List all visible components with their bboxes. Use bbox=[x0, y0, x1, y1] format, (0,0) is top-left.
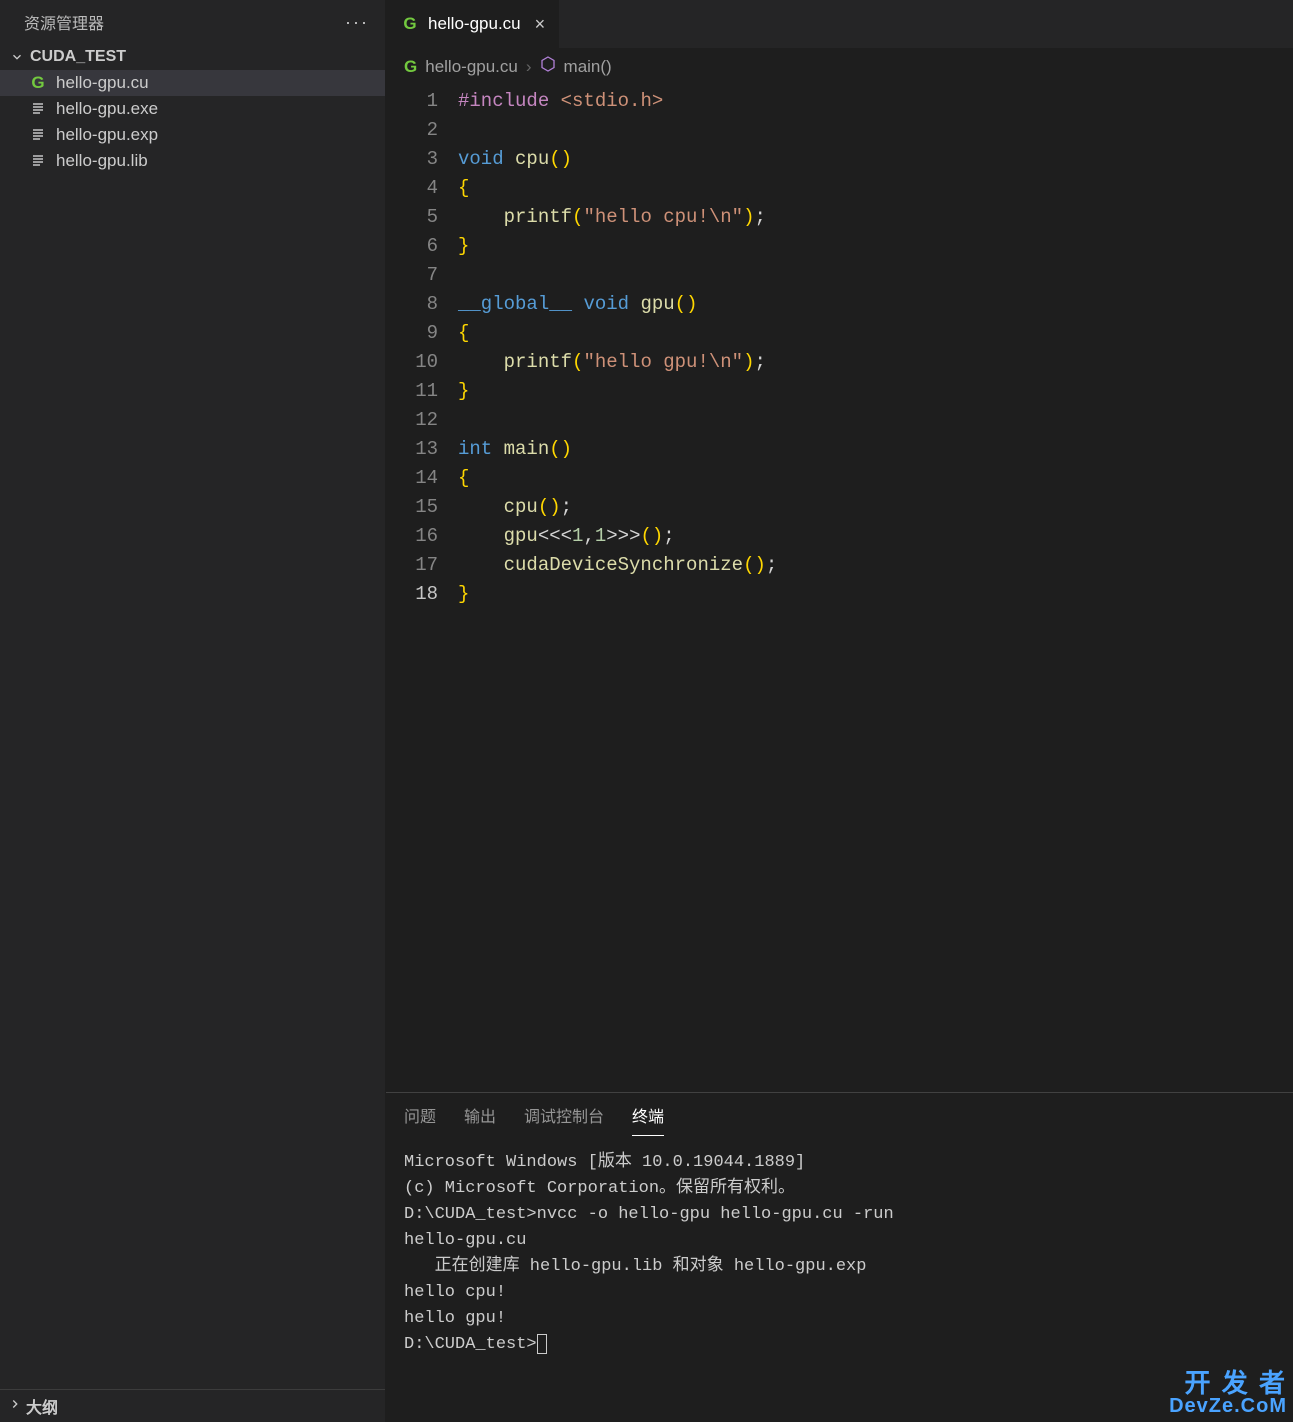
terminal-line: D:\CUDA_test>nvcc -o hello-gpu hello-gpu… bbox=[404, 1202, 1275, 1228]
file-list: Ghello-gpu.cu hello-gpu.exe hello-gpu.exp h… bbox=[0, 70, 385, 174]
explorer-title: 资源管理器 bbox=[24, 10, 104, 34]
symbol-icon bbox=[540, 56, 556, 77]
file-item[interactable]: hello-gpu.exe bbox=[0, 96, 385, 122]
code-line[interactable]: cpu(); bbox=[458, 493, 1293, 522]
file-item[interactable]: hello-gpu.lib bbox=[0, 148, 385, 174]
terminal-line: hello cpu! bbox=[404, 1280, 1275, 1306]
code-line[interactable] bbox=[458, 261, 1293, 290]
terminal-line: D:\CUDA_test> bbox=[404, 1332, 1275, 1358]
folder-name: CUDA_TEST bbox=[30, 48, 126, 66]
file-name: hello-gpu.exp bbox=[56, 125, 158, 145]
code-content[interactable]: #include <stdio.h>void cpu(){ printf("he… bbox=[458, 87, 1293, 1092]
cuda-file-icon: G bbox=[400, 14, 420, 34]
terminal-line: 正在创建库 hello-gpu.lib 和对象 hello-gpu.exp bbox=[404, 1254, 1275, 1280]
terminal-output[interactable]: Microsoft Windows [版本 10.0.19044.1889](c… bbox=[386, 1136, 1293, 1422]
file-name: hello-gpu.exe bbox=[56, 99, 158, 119]
code-line[interactable]: { bbox=[458, 464, 1293, 493]
code-line[interactable]: { bbox=[458, 319, 1293, 348]
code-line[interactable]: void cpu() bbox=[458, 145, 1293, 174]
file-icon bbox=[28, 127, 48, 143]
explorer-more-icon[interactable]: ··· bbox=[345, 12, 369, 33]
chevron-right-icon bbox=[8, 1397, 22, 1416]
panel-tab[interactable]: 问题 bbox=[404, 1103, 436, 1136]
chevron-right-icon: › bbox=[526, 57, 532, 77]
close-icon[interactable]: × bbox=[535, 14, 546, 35]
file-item[interactable]: Ghello-gpu.cu bbox=[0, 70, 385, 96]
file-name: hello-gpu.cu bbox=[56, 73, 149, 93]
panel-tab[interactable]: 输出 bbox=[464, 1103, 496, 1136]
file-item[interactable]: hello-gpu.exp bbox=[0, 122, 385, 148]
terminal-cursor bbox=[537, 1334, 547, 1354]
explorer-header: 资源管理器 ··· bbox=[0, 0, 385, 44]
code-line[interactable] bbox=[458, 116, 1293, 145]
panel-tab[interactable]: 调试控制台 bbox=[524, 1103, 604, 1136]
code-line[interactable]: { bbox=[458, 174, 1293, 203]
cuda-file-icon: G bbox=[404, 57, 417, 77]
explorer-sidebar: 资源管理器 ··· CUDA_TEST Ghello-gpu.cuhello-g… bbox=[0, 0, 386, 1422]
code-line[interactable]: } bbox=[458, 377, 1293, 406]
code-line[interactable] bbox=[458, 406, 1293, 435]
folder-root[interactable]: CUDA_TEST bbox=[0, 44, 385, 70]
terminal-line: hello gpu! bbox=[404, 1306, 1275, 1332]
terminal-line: hello-gpu.cu bbox=[404, 1228, 1275, 1254]
main-area: G hello-gpu.cu × G hello-gpu.cu › main()… bbox=[386, 0, 1293, 1422]
file-icon bbox=[28, 101, 48, 117]
tab-label: hello-gpu.cu bbox=[428, 14, 521, 34]
panel-tab[interactable]: 终端 bbox=[632, 1103, 664, 1136]
file-icon bbox=[28, 153, 48, 169]
breadcrumb[interactable]: G hello-gpu.cu › main() bbox=[386, 48, 1293, 85]
code-line[interactable]: } bbox=[458, 232, 1293, 261]
panel-tabs: 问题输出调试控制台终端 bbox=[386, 1093, 1293, 1136]
terminal-line: Microsoft Windows [版本 10.0.19044.1889] bbox=[404, 1150, 1275, 1176]
tabbar: G hello-gpu.cu × bbox=[386, 0, 1293, 48]
bottom-panel: 问题输出调试控制台终端 Microsoft Windows [版本 10.0.1… bbox=[386, 1092, 1293, 1422]
outline-header[interactable]: 大纲 bbox=[0, 1389, 385, 1422]
code-line[interactable]: gpu<<<1,1>>>(); bbox=[458, 522, 1293, 551]
tab-hello-gpu[interactable]: G hello-gpu.cu × bbox=[386, 0, 560, 48]
code-line[interactable]: __global__ void gpu() bbox=[458, 290, 1293, 319]
file-name: hello-gpu.lib bbox=[56, 151, 148, 171]
code-line[interactable]: printf("hello gpu!\n"); bbox=[458, 348, 1293, 377]
line-gutter: 123456789101112131415161718 bbox=[386, 87, 458, 1092]
breadcrumb-symbol: main() bbox=[564, 57, 612, 77]
breadcrumb-file: hello-gpu.cu bbox=[425, 57, 518, 77]
code-line[interactable]: printf("hello cpu!\n"); bbox=[458, 203, 1293, 232]
outline-label: 大纲 bbox=[26, 1394, 58, 1418]
chevron-down-icon bbox=[8, 50, 26, 64]
workspace: 资源管理器 ··· CUDA_TEST Ghello-gpu.cuhello-g… bbox=[0, 0, 1293, 1422]
code-line[interactable]: int main() bbox=[458, 435, 1293, 464]
code-line[interactable]: cudaDeviceSynchronize(); bbox=[458, 551, 1293, 580]
cuda-file-icon: G bbox=[28, 73, 48, 93]
code-line[interactable]: } bbox=[458, 580, 1293, 609]
terminal-line: (c) Microsoft Corporation。保留所有权利。 bbox=[404, 1176, 1275, 1202]
code-line[interactable]: #include <stdio.h> bbox=[458, 87, 1293, 116]
code-editor[interactable]: 123456789101112131415161718 #include <st… bbox=[386, 85, 1293, 1092]
